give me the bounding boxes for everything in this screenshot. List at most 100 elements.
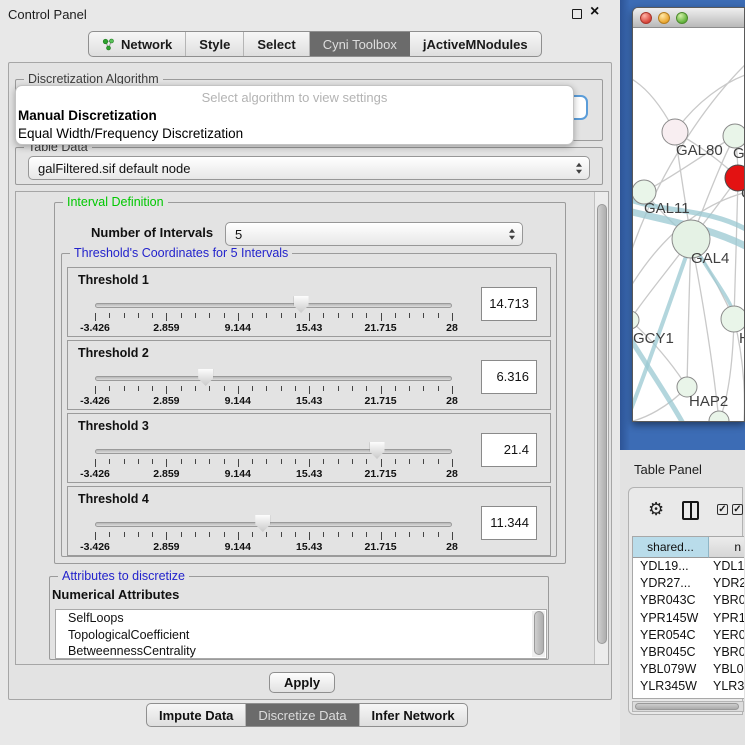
node-label: HAP2 (689, 393, 728, 410)
threshold-card: Threshold 1-3.4262.8599.14415.4321.71528… (67, 267, 551, 337)
slider-tick-label: 15.43 (296, 322, 322, 334)
scrollbar-thumb[interactable] (597, 204, 607, 644)
checked-checkbox-icon[interactable]: ✓ (717, 504, 728, 515)
slider-tick (438, 532, 439, 537)
slider-track[interactable] (95, 522, 452, 527)
slider-tick-label: -3.426 (80, 322, 110, 334)
table-row[interactable]: YIL052CYIL0 (633, 696, 744, 700)
num-intervals-combobox[interactable]: 5 (225, 222, 523, 246)
network-canvas[interactable]: GAL80GCGAL11GAL4GCY1HHAP2 (633, 29, 745, 422)
network-node[interactable] (709, 411, 729, 422)
minimize-traffic-light-icon[interactable] (658, 12, 670, 24)
network-edge[interactable] (734, 178, 738, 319)
combobox-value: 5 (226, 227, 242, 242)
slider-tick (138, 459, 139, 464)
list-item[interactable]: TopologicalCoefficient (56, 627, 546, 644)
slider-tick-label: 21.715 (365, 322, 397, 334)
table-data-combobox[interactable]: galFiltered.sif default node (28, 156, 590, 180)
dropdown-option-equal-width-frequency[interactable]: Equal Width/Frequency Discretization (16, 125, 573, 143)
threshold-label: Threshold 4 (78, 492, 149, 506)
tab-network[interactable]: Network (89, 32, 186, 56)
threshold-label: Threshold 2 (78, 346, 149, 360)
slider-tick (323, 532, 324, 537)
close-traffic-light-icon[interactable] (640, 12, 652, 24)
group-title: Attributes to discretize (58, 569, 189, 583)
slider-tick (252, 313, 253, 318)
column-header-name[interactable]: n (709, 537, 744, 558)
tab-impute-data[interactable]: Impute Data (147, 704, 246, 726)
network-view-window: GAL80GCGAL11GAL4GCY1HHAP2 (632, 7, 745, 422)
slider-tick (381, 386, 382, 394)
slider-tick (166, 313, 167, 321)
slider-tick (252, 532, 253, 537)
column-header-shared-name[interactable]: shared... (633, 537, 709, 558)
dropdown-option-manual-discretization[interactable]: Manual Discretization (16, 107, 573, 125)
table-row[interactable]: YBL079WYBL0 (633, 661, 744, 678)
threshold-value-input[interactable]: 21.4 (481, 433, 537, 467)
table-row[interactable]: YPR145WYPR1 (633, 610, 744, 627)
vertical-scrollbar[interactable] (594, 192, 608, 664)
slider-track[interactable] (95, 376, 452, 381)
network-edge[interactable] (675, 73, 745, 132)
close-icon[interactable]: × (590, 3, 599, 21)
slider-tick (409, 313, 410, 318)
group-title: Threshold's Coordinates for 5 Intervals (70, 246, 292, 260)
table-row[interactable]: YER054CYER0 (633, 627, 744, 644)
list-item[interactable]: SelfLoops (56, 610, 546, 627)
slider-tick (309, 459, 310, 467)
threshold-label: Threshold 3 (78, 419, 149, 433)
slider-tick-label: 2.859 (153, 322, 179, 334)
threshold-value-input[interactable]: 11.344 (481, 506, 537, 540)
node-label: GAL4 (691, 250, 729, 267)
tab-cyni-toolbox[interactable]: Cyni Toolbox (310, 32, 410, 56)
tab-select[interactable]: Select (244, 32, 309, 56)
slider-tick (209, 459, 210, 464)
horizontal-scrollbar[interactable] (632, 701, 744, 712)
slider-thumb[interactable] (198, 369, 213, 386)
numerical-attributes-list[interactable]: SelfLoopsTopologicalCoefficientBetweenne… (55, 609, 547, 659)
slider-track[interactable] (95, 449, 452, 454)
network-graph[interactable]: GAL80GCGAL11GAL4GCY1HHAP2 (633, 29, 745, 422)
table-row[interactable]: YBR045CYBR0 (633, 644, 744, 661)
network-node[interactable] (721, 306, 745, 332)
tab-discretize-data[interactable]: Discretize Data (246, 704, 359, 726)
slider-track[interactable] (95, 303, 452, 308)
slider-tick (366, 386, 367, 391)
network-icon (102, 38, 115, 51)
slider-tick (252, 386, 253, 391)
slider-tick (395, 386, 396, 391)
gear-icon[interactable]: ⚙ (648, 499, 664, 519)
list-item[interactable]: BetweennessCentrality (56, 643, 546, 659)
threshold-value-input[interactable]: 14.713 (481, 287, 537, 321)
tab-infer-network[interactable]: Infer Network (360, 704, 467, 726)
network-window-titlebar[interactable] (633, 8, 745, 28)
table-row[interactable]: YLR345WYLR3 (633, 678, 744, 695)
checked-checkbox-icon[interactable]: ✓ (732, 504, 743, 515)
table-cell: YPR145W (633, 610, 709, 627)
tab-jactivemnodules[interactable]: jActiveMNodules (410, 32, 541, 56)
split-columns-icon[interactable] (682, 501, 699, 520)
scrollbar-thumb[interactable] (534, 611, 544, 655)
tab-style[interactable]: Style (186, 32, 244, 56)
slider-thumb[interactable] (370, 442, 385, 459)
zoom-traffic-light-icon[interactable] (676, 12, 688, 24)
table-row[interactable]: YDR27...YDR2 (633, 575, 744, 592)
bottom-tabs: Impute Data Discretize Data Infer Networ… (146, 703, 468, 727)
scrollbar-thumb[interactable] (635, 703, 739, 710)
slider-thumb[interactable] (294, 296, 309, 313)
network-node[interactable] (633, 311, 639, 329)
threshold-value-input[interactable]: 6.316 (481, 360, 537, 394)
tab-label: Select (257, 37, 295, 52)
table-cell: YDR27... (633, 575, 709, 592)
slider-tick (124, 459, 125, 464)
table-row[interactable]: YBR043CYBR0 (633, 592, 744, 609)
table-row[interactable]: YDL19...YDL1 (633, 558, 744, 575)
apply-button[interactable]: Apply (269, 672, 335, 693)
slider-thumb[interactable] (255, 515, 270, 532)
list-scrollbar[interactable] (532, 611, 545, 657)
slider-tick (423, 532, 424, 537)
table-toolbar: ⚙ ✓ ✓ (629, 488, 742, 534)
tab-label: Network (121, 37, 172, 52)
float-window-icon[interactable] (572, 9, 582, 19)
slider-tick (152, 532, 153, 537)
